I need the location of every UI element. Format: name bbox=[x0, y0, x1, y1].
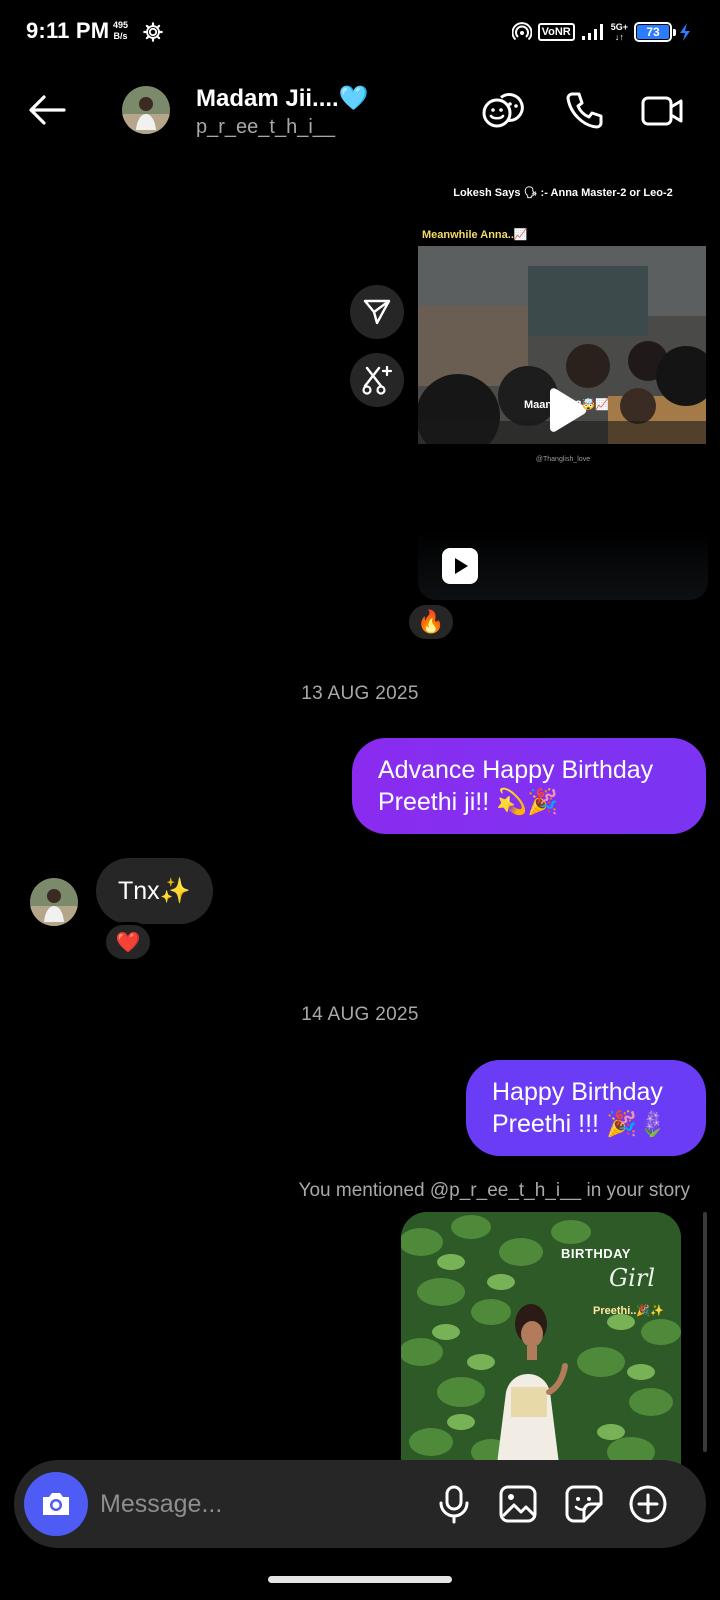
story-mention-note: You mentioned @p_r_ee_t_h_i__ in your st… bbox=[298, 1180, 690, 1201]
message-composer bbox=[14, 1460, 706, 1548]
story-image bbox=[401, 1212, 681, 1472]
remix-icon bbox=[362, 365, 393, 395]
camera-button[interactable] bbox=[24, 1472, 88, 1536]
story-subtitle: Girl bbox=[609, 1264, 655, 1292]
date-separator: 13 AUG 2025 bbox=[301, 683, 419, 704]
camera-icon bbox=[43, 1493, 69, 1515]
chat-header: Madam Jii....🩵 p_r_ee_t_h_i__ bbox=[0, 64, 720, 160]
reel-caption: Lokesh Says 🗣 :- Anna Master-2 or Leo-2 bbox=[453, 187, 673, 199]
story-preview[interactable]: BIRTHDAY Girl Preethi..🎉✨ bbox=[401, 1212, 681, 1472]
outgoing-message[interactable]: Advance Happy Birthday Preethi ji!! 💫🎉 bbox=[352, 738, 706, 834]
share-button[interactable] bbox=[350, 285, 404, 339]
reel-icon[interactable] bbox=[440, 546, 480, 586]
remix-button[interactable] bbox=[350, 353, 404, 407]
data-arrows-icon: ↓↑ bbox=[614, 32, 624, 42]
reel-watermark: @Thanglish_love bbox=[535, 456, 591, 463]
signal-icon bbox=[581, 24, 603, 40]
charging-bolt-icon bbox=[680, 23, 690, 41]
story-name: Preethi..🎉✨ bbox=[593, 1305, 664, 1317]
home-indicator[interactable] bbox=[268, 1576, 452, 1583]
emoji-faces-icon[interactable] bbox=[480, 88, 526, 134]
network-type: 5G+ ↓↑ bbox=[611, 22, 628, 42]
video-camera-icon[interactable] bbox=[640, 88, 686, 134]
network-speed-value: 495 bbox=[113, 20, 129, 30]
shared-reel[interactable]: Lokesh Says 🗣 :- Anna Master-2 or Leo-2 … bbox=[418, 170, 708, 470]
status-indicators: VoNR 5G+ ↓↑ 73 bbox=[511, 20, 692, 44]
incoming-message[interactable]: Tnx✨ bbox=[96, 858, 213, 924]
share-icon bbox=[363, 299, 391, 325]
heart-reaction[interactable]: ❤️ bbox=[103, 922, 153, 962]
battery-level: 73 bbox=[637, 25, 669, 39]
gallery-icon[interactable] bbox=[496, 1482, 540, 1526]
hotspot-icon bbox=[511, 22, 532, 41]
sticker-icon[interactable] bbox=[562, 1482, 606, 1526]
status-bar: 9:11 PM 495 B/s VoNR 5G+ ↓↑ 73 bbox=[0, 0, 720, 64]
contact-handle[interactable]: p_r_ee_t_h_i__ bbox=[196, 116, 335, 139]
contact-name[interactable]: Madam Jii....🩵 bbox=[196, 84, 369, 113]
reel-reaction[interactable]: 🔥 bbox=[406, 602, 456, 642]
avatar[interactable] bbox=[122, 86, 170, 134]
battery-icon: 73 bbox=[634, 22, 676, 42]
outgoing-message[interactable]: Happy Birthday Preethi !!! 🎉🪻 bbox=[466, 1060, 706, 1156]
plus-icon[interactable] bbox=[626, 1482, 670, 1526]
reel-text-overlay: Maanadu-2🤯📈 bbox=[524, 399, 609, 411]
reel-video-frame[interactable] bbox=[418, 246, 706, 444]
date-separator: 14 AUG 2025 bbox=[301, 1004, 419, 1025]
network-type-label: 5G+ bbox=[610, 22, 628, 32]
status-time: 9:11 PM bbox=[26, 18, 110, 43]
vonr-badge: VoNR bbox=[537, 23, 575, 41]
network-speed: 495 B/s bbox=[113, 20, 128, 42]
network-speed-unit: B/s bbox=[113, 31, 128, 41]
scrollbar[interactable] bbox=[703, 1212, 707, 1452]
play-icon[interactable] bbox=[538, 386, 590, 438]
story-title: BIRTHDAY bbox=[561, 1246, 631, 1261]
microphone-icon[interactable] bbox=[432, 1482, 476, 1526]
back-arrow-icon[interactable] bbox=[24, 86, 72, 134]
settings-gear-icon bbox=[143, 22, 163, 42]
avatar[interactable] bbox=[30, 878, 78, 926]
reel-text-meanwhile: Meanwhile Anna..📈 bbox=[422, 229, 528, 241]
phone-icon[interactable] bbox=[562, 88, 608, 134]
message-input[interactable] bbox=[100, 1484, 400, 1524]
